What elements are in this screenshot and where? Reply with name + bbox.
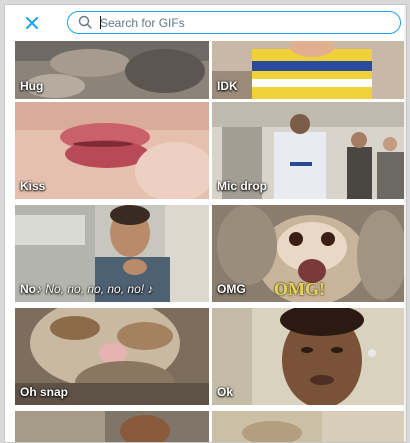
gif-label: IDK <box>217 79 238 93</box>
gif-label: OMG <box>217 282 246 296</box>
gif-label: Hug <box>20 79 44 93</box>
gif-image <box>15 41 209 99</box>
gif-tile-mic-drop[interactable]: Mic drop <box>212 102 406 199</box>
gif-tile-omg[interactable]: OMG OMG! <box>212 205 406 302</box>
close-button[interactable] <box>22 13 42 33</box>
search-input[interactable] <box>100 13 390 32</box>
gif-picker-panel: Hug IDK Kiss <box>4 4 407 443</box>
gif-image <box>212 411 406 442</box>
gif-tile-no[interactable]: No♪ No, no, no, no, no! ♪ <box>15 205 209 302</box>
scrollbar[interactable] <box>404 5 406 442</box>
gif-tile-hug[interactable]: Hug <box>15 41 209 99</box>
gif-image <box>212 41 406 99</box>
gif-caption: OMG! <box>274 279 325 299</box>
text-caret <box>100 16 101 29</box>
gif-label: Oh snap <box>20 385 69 399</box>
gif-tile-idk[interactable]: IDK <box>212 41 406 99</box>
close-icon <box>26 17 38 29</box>
gif-caption: ♪ No, no, no, no, no! ♪ <box>36 282 154 296</box>
gif-label: No♪ No, no, no, no, no! ♪ <box>20 282 153 296</box>
gif-tile[interactable] <box>212 411 406 442</box>
gif-label: Ok <box>217 385 234 399</box>
gif-tile[interactable] <box>15 411 209 442</box>
gif-tile-ok[interactable]: Ok <box>212 308 406 405</box>
gif-search-header <box>5 5 406 41</box>
gif-label-text: No <box>20 282 36 296</box>
gif-image <box>212 308 406 405</box>
gif-label: Mic drop <box>217 179 267 193</box>
gif-tile-oh-snap[interactable]: Oh snap <box>15 308 209 405</box>
gif-tile-kiss[interactable]: Kiss <box>15 102 209 199</box>
search-box[interactable] <box>67 11 401 34</box>
search-icon <box>78 15 92 29</box>
gif-label: Kiss <box>20 179 46 193</box>
gif-image <box>15 411 209 442</box>
